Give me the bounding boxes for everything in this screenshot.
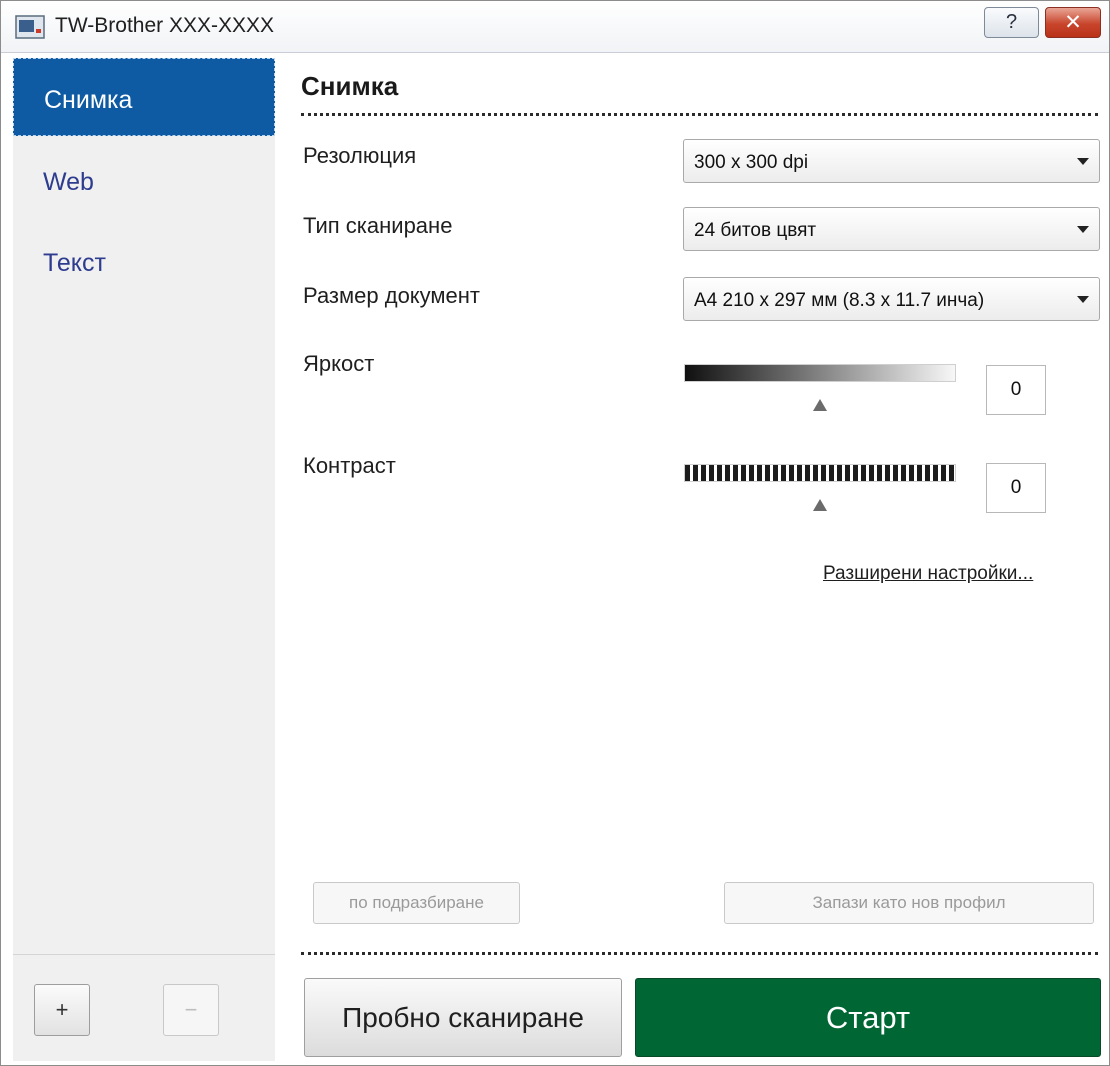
scan-type-value: 24 битов цвят — [694, 220, 817, 241]
panel-title: Снимка — [301, 71, 399, 101]
footer-divider — [301, 952, 1098, 955]
sidebar-divider — [13, 954, 275, 955]
sidebar-item-photo[interactable]: Снимка — [13, 58, 275, 136]
advanced-settings-link[interactable]: Разширени настройки... — [823, 563, 1033, 585]
window-title: TW-Brother XXX-XXXX — [55, 14, 275, 37]
chevron-down-icon — [1077, 296, 1089, 303]
chevron-down-icon — [1077, 226, 1089, 233]
document-size-label: Размер документ — [303, 283, 481, 308]
remove-profile-button[interactable]: − — [163, 984, 219, 1036]
resolution-value: 300 x 300 dpi — [694, 152, 809, 173]
brightness-slider-track[interactable] — [684, 364, 956, 382]
title-bar: TW-Brother XXX-XXXX ? ✕ — [1, 1, 1109, 53]
help-button[interactable]: ? — [984, 7, 1039, 38]
document-size-value: A4 210 x 297 мм (8.3 x 11.7 инча) — [694, 290, 985, 311]
document-size-select[interactable]: A4 210 x 297 мм (8.3 x 11.7 инча) — [683, 277, 1100, 321]
save-profile-button[interactable]: Запази като нов профил — [724, 882, 1094, 924]
sidebar-item-text[interactable]: Текст — [13, 222, 275, 300]
contrast-value-input[interactable]: 0 — [986, 463, 1046, 513]
brightness-slider-thumb[interactable] — [813, 399, 827, 411]
contrast-slider-track[interactable] — [684, 464, 956, 482]
scan-type-select[interactable]: 24 битов цвят — [683, 207, 1100, 251]
close-button[interactable]: ✕ — [1045, 7, 1101, 38]
profile-sidebar: Снимка Web Текст + − — [13, 58, 275, 1061]
brightness-value-input[interactable]: 0 — [986, 365, 1046, 415]
start-button[interactable]: Старт — [635, 978, 1101, 1057]
default-button[interactable]: по подразбиране — [313, 882, 520, 924]
chevron-down-icon — [1077, 158, 1089, 165]
sidebar-item-web[interactable]: Web — [13, 141, 275, 219]
add-profile-button[interactable]: + — [34, 984, 90, 1036]
scanner-window: TW-Brother XXX-XXXX ? ✕ Снимка Web Текст… — [0, 0, 1110, 1066]
scan-type-label: Тип сканиране — [303, 213, 453, 238]
header-divider — [301, 113, 1098, 116]
contrast-slider-thumb[interactable] — [813, 499, 827, 511]
preview-scan-button[interactable]: Пробно сканиране — [304, 978, 622, 1057]
contrast-label: Контраст — [303, 453, 396, 478]
scanner-app-icon — [15, 15, 45, 39]
resolution-label: Резолюция — [303, 143, 417, 168]
resolution-select[interactable]: 300 x 300 dpi — [683, 139, 1100, 183]
brightness-label: Яркост — [303, 351, 375, 376]
